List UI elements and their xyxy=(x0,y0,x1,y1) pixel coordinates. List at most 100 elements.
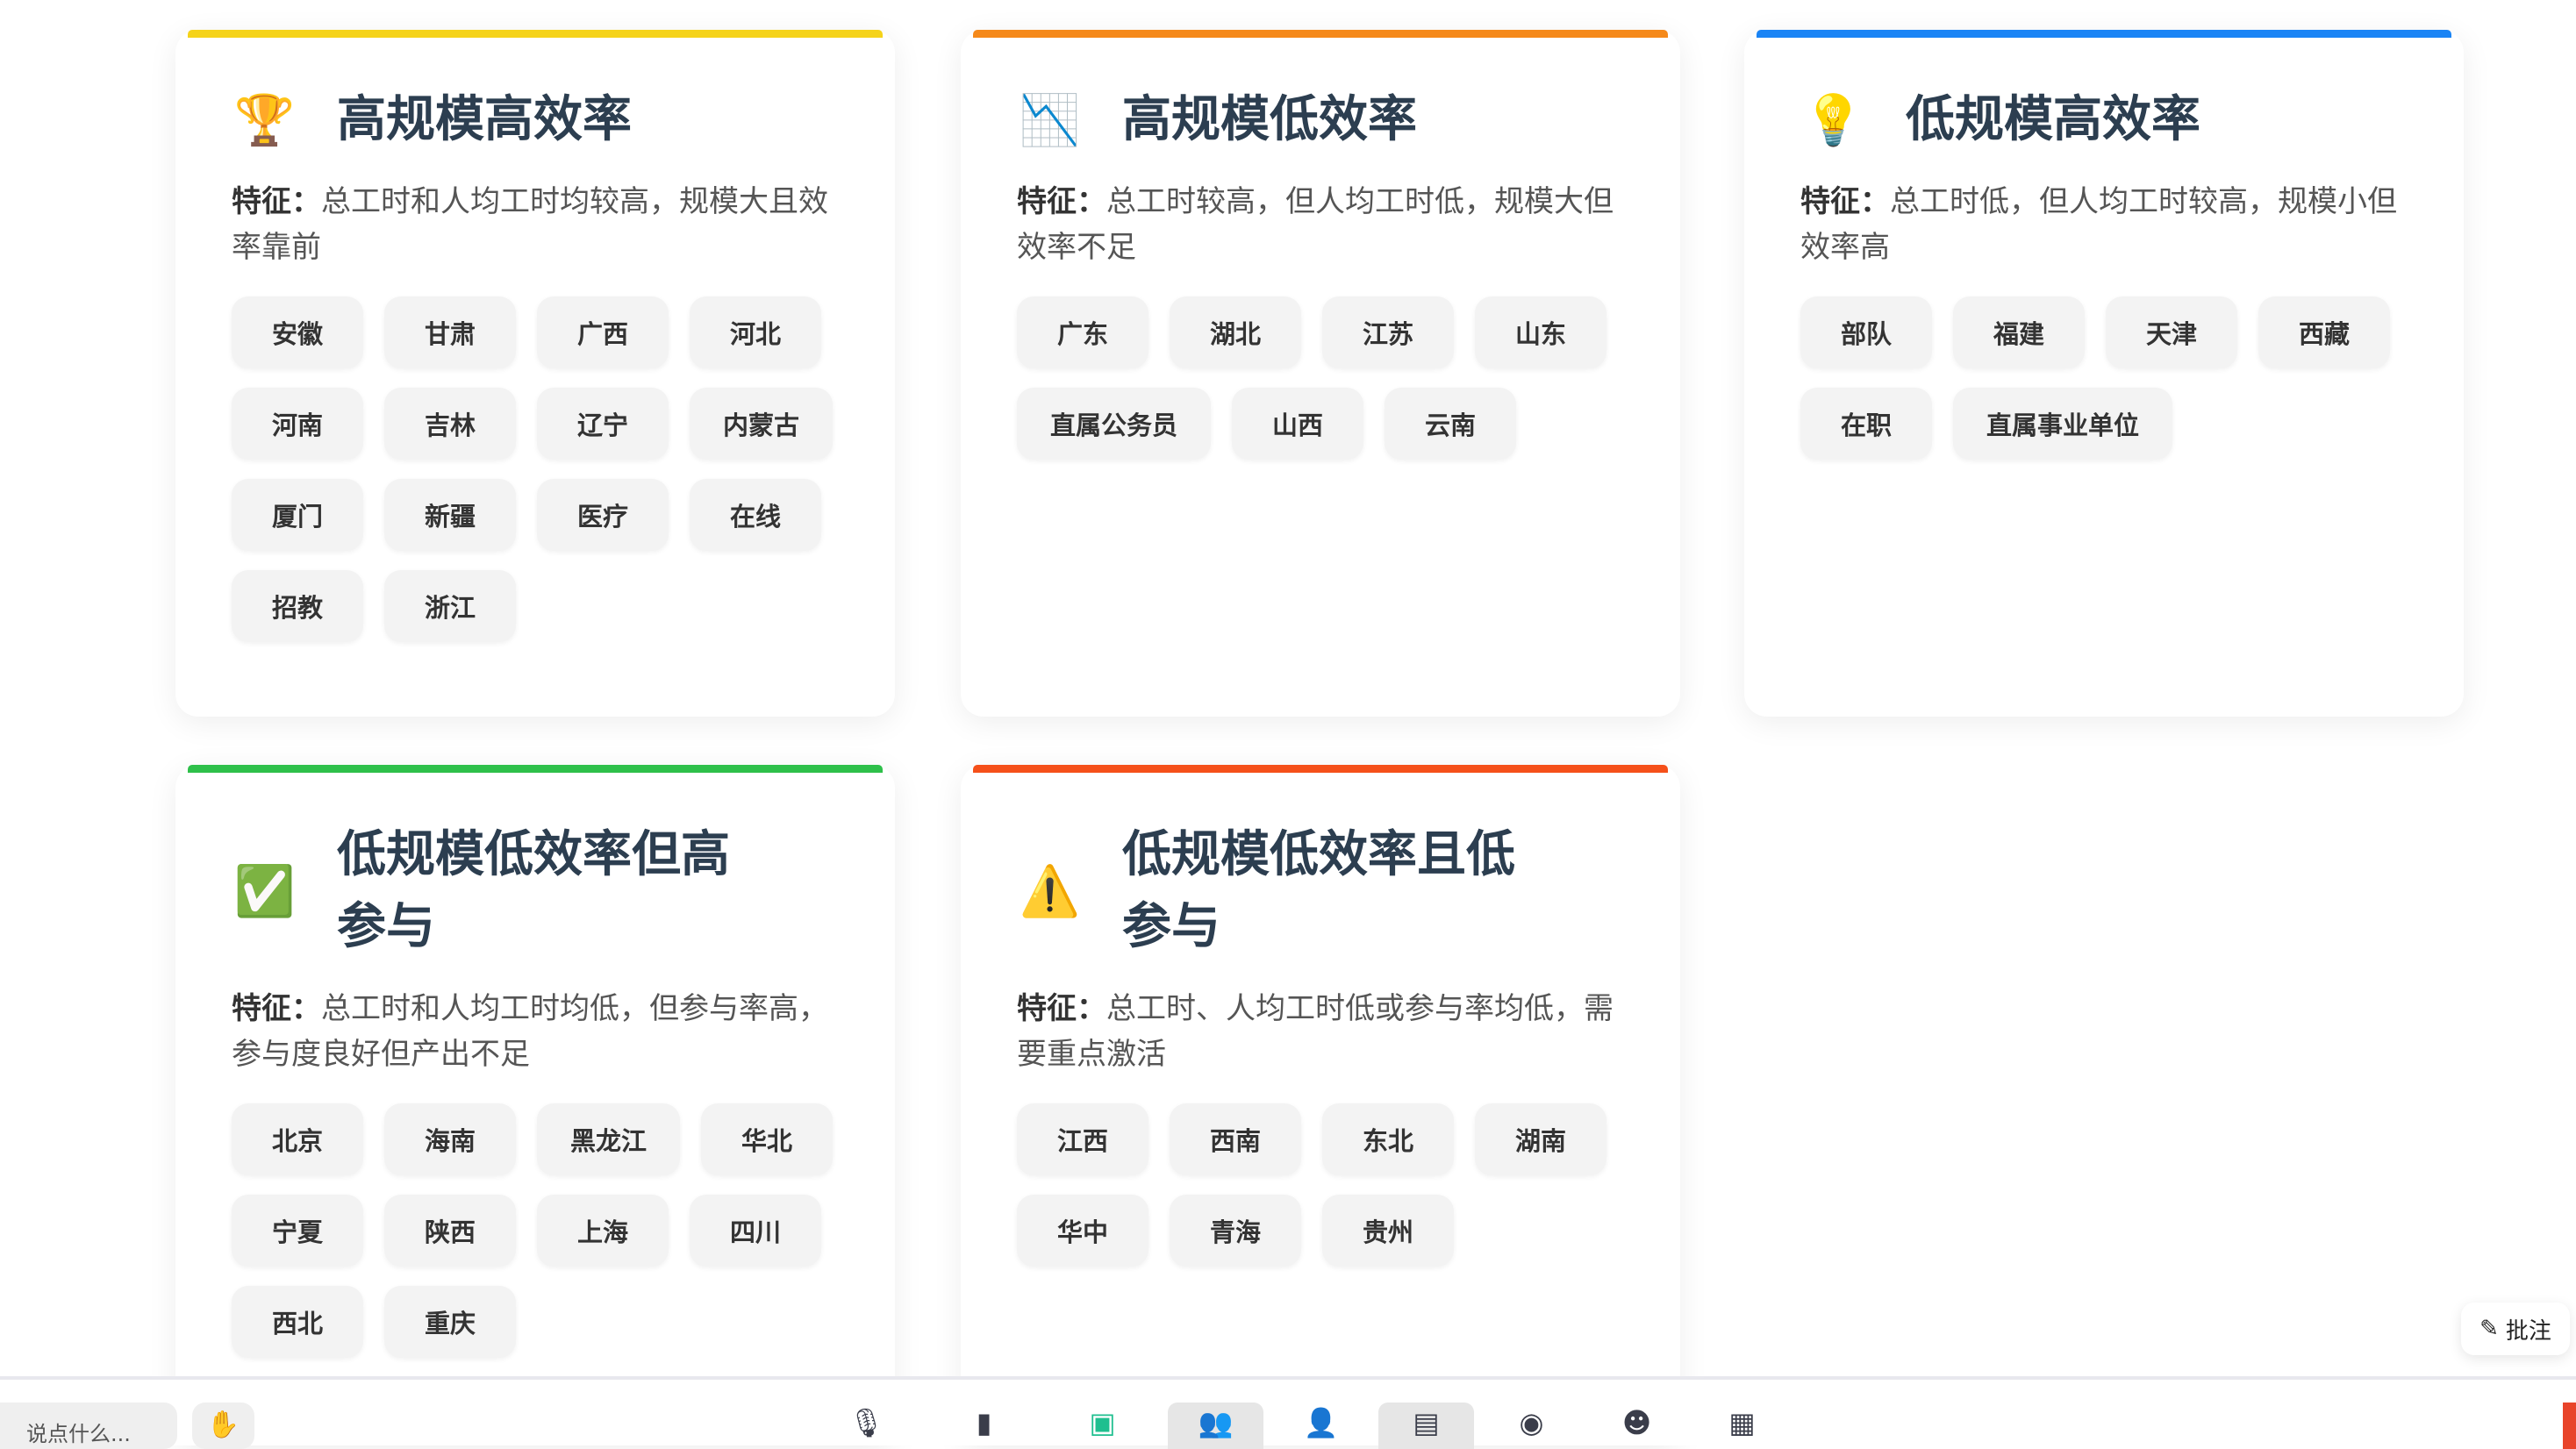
region-tag[interactable]: 湖北 xyxy=(1170,296,1301,368)
category-card: ✅ 低规模低效率但高参与 特征：总工时和人均工时均低，但参与率高，参与度良好但产… xyxy=(175,765,895,1445)
share-screen-button[interactable]: ▣ xyxy=(1055,1403,1150,1449)
warning-icon: ⚠️ xyxy=(1019,863,1081,920)
region-tag[interactable]: 四川 xyxy=(690,1195,821,1267)
region-tag[interactable]: 福建 xyxy=(1953,296,2085,368)
card-description: 特征：总工时和人均工时均较高，规模大且效率靠前 xyxy=(232,179,837,270)
region-tag[interactable]: 天津 xyxy=(2106,296,2237,368)
card-accent-bar xyxy=(188,30,883,38)
card-title: 高规模高效率 xyxy=(337,91,632,148)
region-tag[interactable]: 直属公务员 xyxy=(1017,388,1212,460)
card-accent-bar xyxy=(188,765,883,773)
region-tag[interactable]: 广东 xyxy=(1017,296,1148,368)
region-tag[interactable]: 江苏 xyxy=(1322,296,1454,368)
card-description: 特征：总工时低，但人均工时较高，规模小但效率高 xyxy=(1800,179,2406,270)
people-icon: 👥 xyxy=(1198,1406,1234,1439)
raise-hand-button[interactable]: ✋ xyxy=(192,1403,254,1449)
apps-icon: ▦ xyxy=(1728,1406,1756,1439)
desc-label: 特征： xyxy=(232,184,321,219)
region-tag[interactable]: 甘肃 xyxy=(384,296,516,368)
camera-off-button[interactable]: ▮ xyxy=(936,1403,1032,1449)
desc-label: 特征： xyxy=(232,991,321,1026)
tag-list: 江西 西南 东北 湖南华中 青海 贵州 xyxy=(1017,1103,1631,1267)
card-title: 低规模高效率 xyxy=(1906,91,2200,148)
annotate-button[interactable]: ✎ 批注 xyxy=(2461,1303,2570,1355)
region-tag[interactable]: 在职 xyxy=(1800,388,1932,460)
region-tag[interactable]: 厦门 xyxy=(232,479,363,551)
hand-icon: ✋ xyxy=(206,1410,240,1440)
end-meeting-button[interactable] xyxy=(2563,1403,2576,1449)
region-tag[interactable]: 在线 xyxy=(690,479,821,551)
tag-list: 广东 湖北 江苏 山东直属公务员 山西 云南 xyxy=(1017,296,1631,460)
region-tag[interactable]: 西藏 xyxy=(2258,296,2390,368)
region-tag[interactable]: 湖南 xyxy=(1475,1103,1606,1175)
region-tag[interactable]: 西南 xyxy=(1170,1103,1301,1175)
region-tag[interactable]: 江西 xyxy=(1017,1103,1148,1175)
trophy-icon: 🏆 xyxy=(233,92,296,149)
record-icon: ◉ xyxy=(1519,1406,1544,1439)
pencil-icon: ✎ xyxy=(2479,1316,2499,1342)
region-tag[interactable]: 内蒙古 xyxy=(690,388,834,460)
region-tag[interactable]: 贵州 xyxy=(1322,1195,1454,1267)
chat-input[interactable]: 说点什么... xyxy=(0,1403,177,1449)
mic-muted-button[interactable]: 🎙 xyxy=(819,1403,914,1449)
card-title: 高规模低效率 xyxy=(1122,91,1417,148)
card-accent-bar xyxy=(973,765,1668,773)
chat-button[interactable]: ▤ xyxy=(1378,1403,1474,1449)
assistant-button[interactable]: ☻ xyxy=(1589,1403,1685,1449)
region-tag[interactable]: 医疗 xyxy=(537,479,669,551)
region-tag[interactable]: 山西 xyxy=(1232,388,1364,460)
share-screen-icon: ▣ xyxy=(1089,1406,1116,1439)
region-tag[interactable]: 上海 xyxy=(537,1195,669,1267)
region-tag[interactable]: 宁夏 xyxy=(232,1195,363,1267)
record-button[interactable]: ◉ xyxy=(1484,1403,1579,1449)
desc-text: 总工时较高，但人均工时低，规模大但效率不足 xyxy=(1017,184,1614,265)
desc-label: 特征： xyxy=(1017,991,1106,1026)
region-tag[interactable]: 浙江 xyxy=(384,570,516,642)
add-user-icon: 👤 xyxy=(1303,1406,1339,1439)
desc-text: 总工时低，但人均工时较高，规模小但效率高 xyxy=(1800,184,2397,265)
region-tag[interactable]: 云南 xyxy=(1385,388,1517,460)
region-tag[interactable]: 西北 xyxy=(232,1286,363,1358)
region-tag[interactable]: 华中 xyxy=(1017,1195,1148,1267)
region-tag[interactable]: 山东 xyxy=(1475,296,1606,368)
assistant-icon: ☻ xyxy=(1621,1406,1652,1439)
apps-button[interactable]: ▦ xyxy=(1694,1403,1790,1449)
invite-button[interactable]: 👤 xyxy=(1273,1403,1369,1449)
region-tag[interactable]: 黑龙江 xyxy=(537,1103,681,1175)
region-tag[interactable]: 部队 xyxy=(1800,296,1932,368)
region-tag[interactable]: 海南 xyxy=(384,1103,516,1175)
region-tag[interactable]: 青海 xyxy=(1170,1195,1301,1267)
mic-off-icon: 🎙 xyxy=(848,1406,884,1439)
tag-list: 部队 福建 天津 西藏在职 直属事业单位 xyxy=(1800,296,2415,460)
region-tag[interactable]: 重庆 xyxy=(384,1286,516,1358)
region-tag[interactable]: 辽宁 xyxy=(537,388,669,460)
region-tag[interactable]: 广西 xyxy=(537,296,669,368)
card-description: 特征：总工时较高，但人均工时低，规模大但效率不足 xyxy=(1017,179,1622,270)
region-tag[interactable]: 吉林 xyxy=(384,388,516,460)
camera-off-icon: ▮ xyxy=(976,1406,992,1439)
lightbulb-icon: 💡 xyxy=(1802,92,1864,149)
region-tag[interactable]: 招教 xyxy=(232,570,363,642)
card-accent-bar xyxy=(1757,30,2451,38)
category-card: ⚠️ 低规模低效率且低参与 特征：总工时、人均工时低或参与率均低，需要重点激活 … xyxy=(961,765,1680,1445)
category-card: 📉 高规模低效率 特征：总工时较高，但人均工时低，规模大但效率不足 广东 湖北 江苏… xyxy=(961,30,1680,717)
chart-down-icon: 📉 xyxy=(1019,92,1081,149)
desc-label: 特征： xyxy=(1800,184,1890,219)
check-icon: ✅ xyxy=(233,863,296,920)
region-tag[interactable]: 新疆 xyxy=(384,479,516,551)
card-description: 特征：总工时和人均工时均低，但参与率高，参与度良好但产出不足 xyxy=(232,986,837,1077)
region-tag[interactable]: 河北 xyxy=(690,296,821,368)
region-tag[interactable]: 陕西 xyxy=(384,1195,516,1267)
desc-text: 总工时、人均工时低或参与率均低，需要重点激活 xyxy=(1017,991,1614,1072)
region-tag[interactable]: 华北 xyxy=(701,1103,834,1175)
meeting-screen-share: 🏆 高规模高效率 特征：总工时和人均工时均较高，规模大且效率靠前 安徽 甘肃 广西河… xyxy=(0,0,2576,1449)
meeting-toolbar: 说点什么... ✋ 🎙 ▮ ▣ 👥 👤 ▤ ◉ ☻ ▦ xyxy=(0,1376,2576,1449)
region-tag[interactable]: 河南 xyxy=(232,388,363,460)
region-tag[interactable]: 北京 xyxy=(232,1103,363,1175)
region-tag[interactable]: 直属事业单位 xyxy=(1953,388,2173,460)
region-tag[interactable]: 安徽 xyxy=(232,296,363,368)
region-tag[interactable]: 东北 xyxy=(1322,1103,1454,1175)
participants-button[interactable]: 👥 xyxy=(1168,1403,1263,1449)
category-card: 🏆 高规模高效率 特征：总工时和人均工时均较高，规模大且效率靠前 安徽 甘肃 广西河… xyxy=(175,30,895,717)
chat-icon: ▤ xyxy=(1413,1406,1440,1439)
